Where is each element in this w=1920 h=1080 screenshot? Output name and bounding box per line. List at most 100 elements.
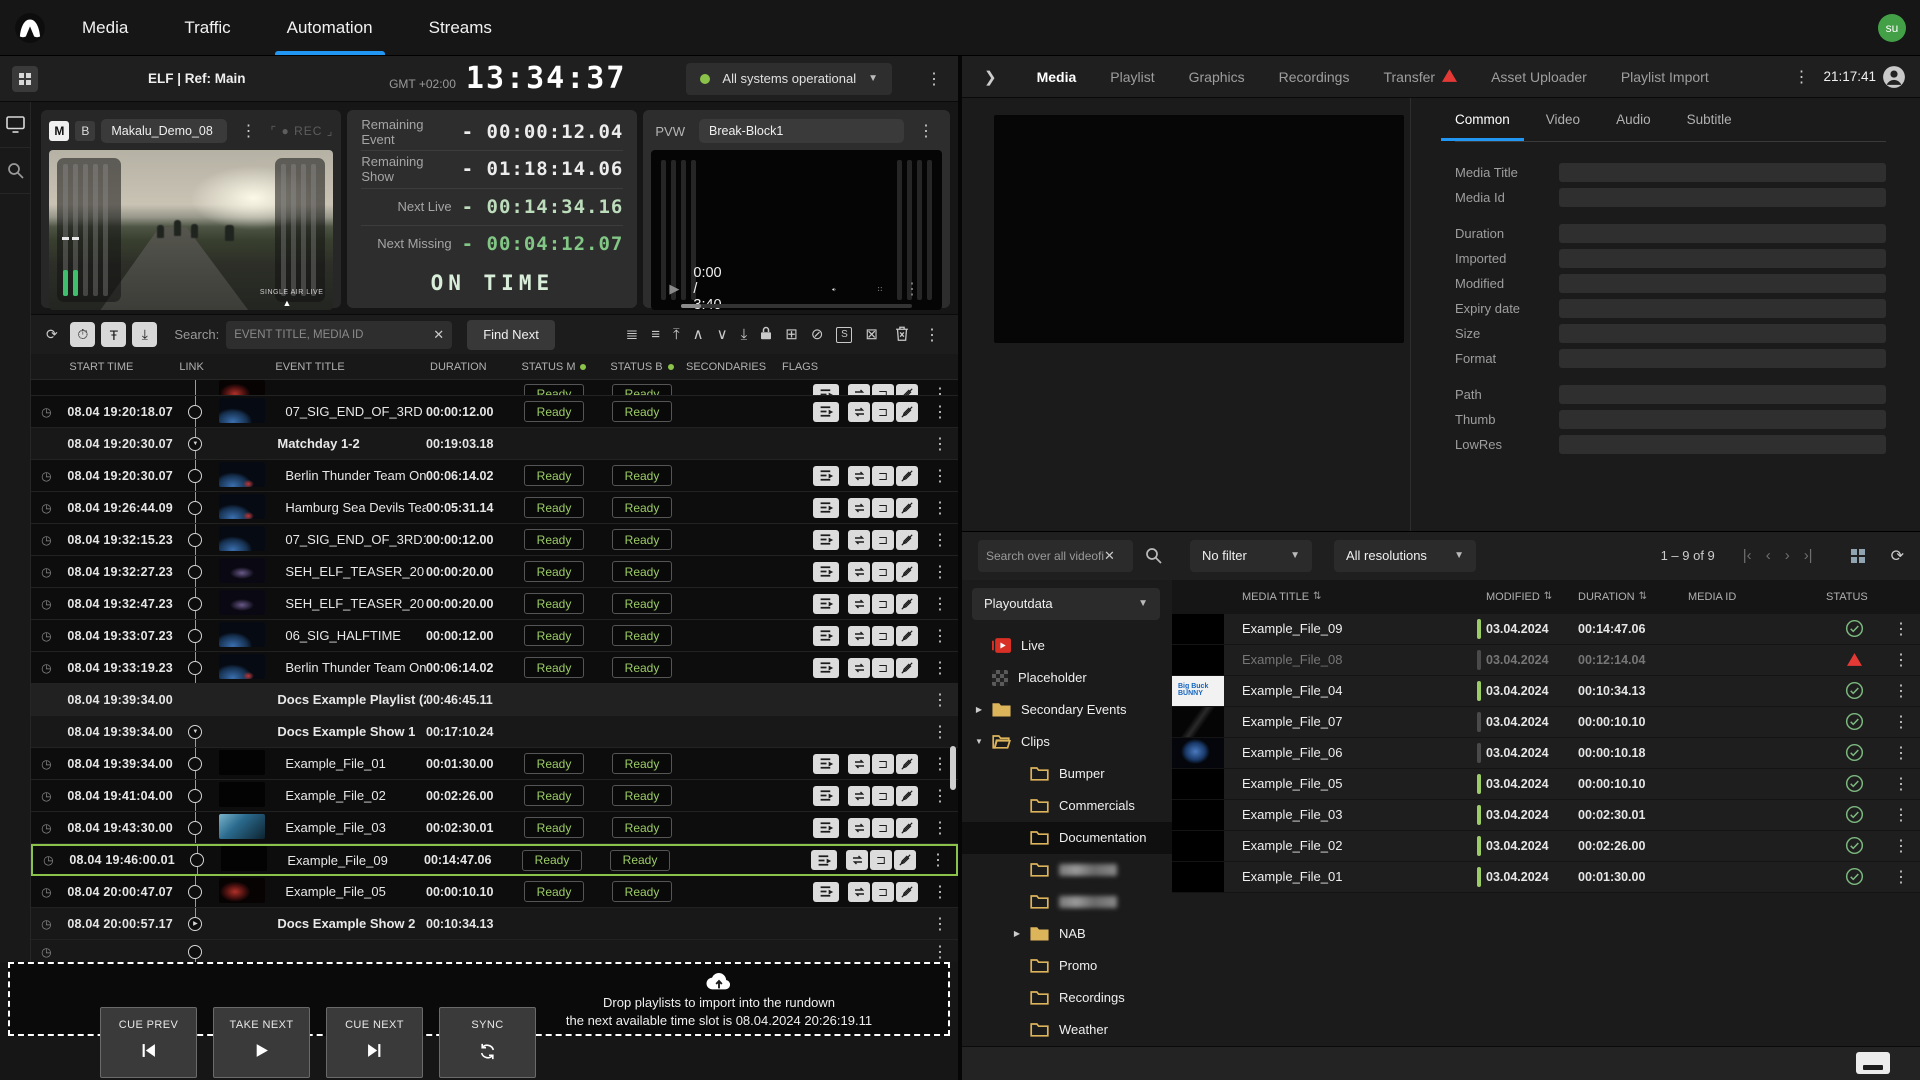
media-row-kebab[interactable]: ⋮ [1882,743,1920,763]
graphics-off-icon[interactable] [896,657,918,678]
rundown-row[interactable]: ◷ 08.04 19:46:00.01 Example_File_09 00:14:4… [31,844,958,876]
event-kebab-menu[interactable]: ⋮ [922,942,958,962]
meta-field-media-id-input[interactable] [1559,187,1886,207]
transition-icon[interactable]: ⊐ [872,625,894,646]
event-link-indicator[interactable] [179,492,211,523]
meta-tab-video[interactable]: Video [1546,98,1580,141]
rundown-row[interactable]: ◷ 08.04 19:39:34.00 Example_File_01 00:01:3… [31,748,958,780]
media-preview-player[interactable] [994,115,1404,344]
secondaries-list-icon[interactable] [813,384,839,395]
transition-icon[interactable]: ⊐ [870,850,892,870]
loop-icon[interactable] [848,881,870,902]
graphics-off-icon[interactable] [896,529,918,550]
column-header-start-time[interactable]: START TIME [61,361,179,373]
filter-select[interactable]: No filter ▼ [1190,539,1312,572]
meta-field-duration-input[interactable] [1559,223,1886,243]
meta-field-path-input[interactable] [1559,384,1886,404]
graphics-off-icon[interactable] [896,593,918,614]
event-kebab-menu[interactable]: ⋮ [922,658,958,678]
tree-item-nab[interactable]: ▶ NAB [962,918,1172,950]
sync-button[interactable]: SYNC [439,1007,536,1078]
tab-playlist-import[interactable]: Playlist Import [1621,69,1709,85]
rundown-row[interactable]: ◷ 08.04 20:00:47.07 Example_File_05 00:00:1… [31,876,958,908]
column-header-media-title[interactable]: MEDIA TITLE ⇅ [1228,591,1472,603]
meta-tab-common[interactable]: Common [1441,98,1524,142]
rundown-group-row[interactable]: 08.04 19:20:30.07 ▼ Matchday 1-2 00:19:03.1… [31,428,958,460]
tree-item-bumper[interactable]: Bumper [962,758,1172,790]
prev-page-icon[interactable]: ‹ [1766,547,1771,564]
event-link-indicator[interactable] [179,460,211,491]
link-node-icon[interactable] [190,853,205,867]
link-node-icon[interactable] [188,660,203,675]
tree-item-documentation[interactable]: Documentation [962,821,1172,854]
jump-current-icon[interactable]: ⤓ [132,322,158,347]
rundown-group-row[interactable]: 08.04 19:39:34.00 ▼ Docs Example Show 1 00:… [31,716,958,748]
event-kebab-menu[interactable]: ⋮ [920,850,956,870]
remove-secondary-icon[interactable]: ≡ [651,327,660,342]
event-kebab-menu[interactable]: ⋮ [922,384,958,395]
media-row[interactable]: Example_File_09 03.04.2024 00:14:47.06 ⋮ [1172,613,1920,645]
tab-graphics[interactable]: Graphics [1189,69,1245,85]
event-kebab-menu[interactable]: ⋮ [922,818,958,838]
column-header-status-m[interactable]: STATUS M [510,361,598,373]
add-secondary-icon[interactable]: ≣ [626,327,639,342]
link-node-icon[interactable] [188,820,203,835]
move-up-icon[interactable]: ∧ [693,327,704,342]
media-row[interactable]: Example_File_03 03.04.2024 00:02:30.01 ⋮ [1172,799,1920,831]
event-link-indicator[interactable]: ▼ [179,716,211,747]
rundown-partial-bottom-row[interactable]: ◷ ⋮ [31,940,958,962]
graphics-off-icon[interactable] [896,753,918,774]
loop-icon[interactable] [848,561,870,582]
graphics-off-icon[interactable] [894,850,916,870]
transition-icon[interactable]: ⊐ [872,529,894,550]
user-icon[interactable] [1882,65,1906,89]
graphics-off-icon[interactable] [896,881,918,902]
link-node-icon[interactable] [188,500,203,515]
sort-icon[interactable]: ⇅ [1544,591,1552,602]
transition-icon[interactable]: ⊐ [872,881,894,902]
meta-field-expiry-date-input[interactable] [1559,298,1886,318]
link-node-icon[interactable] [188,404,203,419]
event-kebab-menu[interactable]: ⋮ [922,562,958,582]
secondaries-list-icon[interactable] [813,529,839,550]
loop-icon[interactable] [848,753,870,774]
event-link-indicator[interactable]: ▼ [179,428,211,459]
rundown-playlist-row[interactable]: 08.04 19:39:34.00 Docs Example Playlist (… [31,684,958,716]
event-kebab-menu[interactable]: ⋮ [922,530,958,550]
loop-icon[interactable] [848,625,870,646]
pvw-select[interactable]: Break-Block1 [699,119,904,143]
expand-icon[interactable]: ▶ [1010,929,1024,938]
player-kebab-menu[interactable]: ⋮ [233,121,265,141]
transition-icon[interactable]: ⊐ [872,657,894,678]
backup-channel-button[interactable]: B [75,121,96,141]
loop-icon[interactable] [848,817,870,838]
collapse-panel-icon[interactable]: ❯ [984,68,997,86]
tree-item-placeholder[interactable]: Placeholder [962,662,1172,694]
tree-item-live[interactable]: Live [962,630,1172,662]
event-kebab-menu[interactable]: ⋮ [922,434,958,454]
media-row-kebab[interactable]: ⋮ [1882,867,1920,887]
transition-icon[interactable]: ⊐ [872,753,894,774]
event-link-indicator[interactable] [179,396,211,427]
layout-grid-button[interactable] [12,65,38,92]
insert-block-icon[interactable]: ⊞ [785,327,798,342]
media-row-kebab[interactable]: ⋮ [1882,774,1920,794]
refresh-icon[interactable]: ⟳ [1891,546,1904,566]
loop-icon[interactable] [848,497,870,518]
tab-asset-uploader[interactable]: Asset Uploader [1491,69,1587,85]
nav-tab-automation[interactable]: Automation [274,0,385,55]
tree-item-commercials[interactable]: Commercials [962,790,1172,822]
event-link-indicator[interactable] [179,780,211,811]
event-kebab-menu[interactable]: ⋮ [922,882,958,902]
toolbar-kebab-menu[interactable]: ⋮ [916,325,948,345]
event-link-indicator[interactable] [179,588,211,619]
collapse-icon[interactable]: ▼ [972,737,986,746]
link-node-icon[interactable] [188,628,203,643]
event-kebab-menu[interactable]: ⋮ [922,626,958,646]
column-header-status[interactable]: STATUS [1826,591,1882,603]
find-next-button[interactable]: Find Next [467,319,555,350]
grid-view-icon[interactable] [1850,548,1865,563]
header-kebab-menu[interactable]: ⋮ [918,69,950,89]
rundown-group-row[interactable]: ◷ 08.04 20:00:57.17 ▶ Docs Example Show 2 00… [31,908,958,940]
expand-group-icon[interactable]: ▶ [188,916,203,931]
